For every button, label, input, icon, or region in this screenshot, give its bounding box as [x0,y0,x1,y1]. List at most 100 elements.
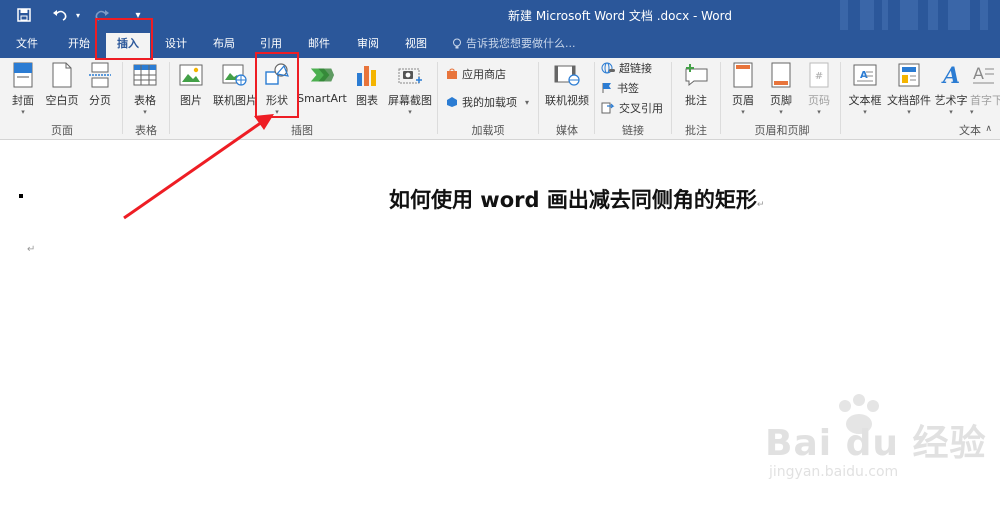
chart-icon [357,66,376,86]
online-video-label: 联机视频 [545,94,589,107]
cross-reference-icon [601,102,615,114]
my-addins-caret-icon: ▾ [525,97,530,107]
drop-cap-label: 首字下 [970,94,1000,107]
group-label-illustrations: 插图 [291,124,313,137]
comment-button[interactable]: 批注 [680,60,712,116]
bookmark-icon [602,83,611,93]
picture-icon [179,64,203,86]
drop-cap-icon: A [973,64,994,84]
table-label: 表格 [134,94,156,107]
chart-label: 图表 [356,94,378,107]
highlight-shapes-button [255,52,299,118]
picture-button[interactable]: 图片 [176,60,206,116]
text-box-caret-icon: ▾ [863,108,867,116]
screenshot-label: 屏幕截图 [388,94,432,107]
wordart-button[interactable]: A 艺术字 ▾ [934,60,968,116]
bookmark-button[interactable]: 书签 [601,78,639,98]
tab-layout[interactable]: 布局 [204,33,244,58]
paragraph-bullet [19,194,23,198]
group-label-comments: 批注 [685,124,707,137]
quick-parts-button[interactable]: 文档部件 ▾ [886,60,932,116]
cross-reference-button[interactable]: 交叉引用 [601,98,663,118]
baidu-watermark: Bai du 经验 jingyan.baidu.com [757,392,987,492]
header-button[interactable]: 页眉 ▾ [728,60,758,116]
screenshot-button[interactable]: 屏幕截图 ▾ [386,60,434,116]
group-label-tables: 表格 [135,124,157,137]
online-picture-button[interactable]: 联机图片 [211,60,259,116]
drop-cap-caret-icon: ▾ [970,108,974,116]
group-separator [169,62,170,134]
group-separator [840,62,841,134]
highlight-insert-tab [95,18,153,60]
store-label: 应用商店 [462,68,506,81]
group-separator [122,62,123,134]
collapse-ribbon-icon[interactable]: ∧ [985,124,992,134]
my-addins-icon [447,97,457,107]
blank-page-button[interactable]: 空白页 [44,60,80,116]
group-separator [671,62,672,134]
header-icon [733,62,753,88]
blank-page-icon [52,62,72,88]
chart-button[interactable]: 图表 [352,60,382,116]
tab-design[interactable]: 设计 [156,33,196,58]
my-addins-label: 我的加载项 [462,96,517,109]
table-icon [133,64,157,86]
tab-mailings[interactable]: 邮件 [299,33,339,58]
group-label-header-footer: 页眉和页脚 [754,124,810,137]
paragraph-mark-icon: ↵ [756,200,765,210]
text-box-button[interactable]: A 文本框 ▾ [847,60,883,116]
tell-me-box[interactable]: 告诉我您想要做什么... [452,33,576,55]
watermark-brand: Bai du 经验 [765,423,987,464]
watermark-url: jingyan.baidu.com [769,464,899,480]
tab-view[interactable]: 视图 [396,33,436,58]
page-number-button[interactable]: # 页码 ▾ [804,60,834,116]
tab-review[interactable]: 审阅 [348,33,388,58]
smartart-label: SmartArt [297,92,347,105]
page-number-icon: # [809,62,829,88]
wordart-caret-icon: ▾ [949,108,953,116]
online-picture-label: 联机图片 [213,94,257,107]
wordart-icon: A [941,63,960,87]
svg-text:#: # [815,71,823,82]
store-icon [447,68,457,79]
text-box-label: 文本框 [848,94,882,107]
header-label: 页眉 [732,94,754,107]
tab-file[interactable]: 文件 [6,33,48,58]
picture-label: 图片 [180,94,202,107]
page-number-caret-icon: ▾ [817,108,821,116]
svg-text:A: A [973,64,984,83]
bookmark-label: 书签 [617,82,639,95]
online-video-button[interactable]: 联机视频 [544,60,590,116]
group-separator [437,62,438,134]
store-button[interactable]: 应用商店 [446,64,506,84]
page-break-icon [89,62,111,88]
quick-parts-caret-icon: ▾ [907,108,911,116]
footer-button[interactable]: 页脚 ▾ [766,60,796,116]
drop-cap-button[interactable]: A 首字下 ▾ [970,60,1000,116]
cover-page-button[interactable]: 封面 ▾ [8,60,38,116]
cover-page-caret-icon: ▾ [21,108,25,116]
my-addins-button[interactable]: 我的加载项 ▾ [446,92,529,112]
comment-label: 批注 [685,94,707,107]
svg-text:A: A [941,63,960,87]
page-break-button[interactable]: 分页 [86,60,114,116]
smartart-button[interactable]: SmartArt [297,60,347,116]
text-box-icon: A [853,64,877,86]
cover-page-label: 封面 [12,94,34,107]
group-separator [720,62,721,134]
quick-parts-icon [898,63,920,87]
paragraph-mark-icon: ↵ [27,244,36,255]
smartart-icon [310,68,335,82]
hyperlink-button[interactable]: 超链接 [601,58,652,78]
blank-page-label: 空白页 [45,94,79,107]
tab-home[interactable]: 开始 [58,33,100,58]
document-heading[interactable]: 如何使用 word 画出减去同侧角的矩形↵ [389,184,764,214]
heading-text: 如何使用 word 画出减去同侧角的矩形 [389,188,757,212]
online-video-icon [554,65,580,86]
lightbulb-icon [453,38,461,49]
group-separator [538,62,539,134]
hyperlink-label: 超链接 [619,62,652,75]
group-label-links: 链接 [622,124,644,137]
screenshot-caret-icon: ▾ [408,108,412,116]
table-button[interactable]: 表格 ▾ [130,60,160,116]
